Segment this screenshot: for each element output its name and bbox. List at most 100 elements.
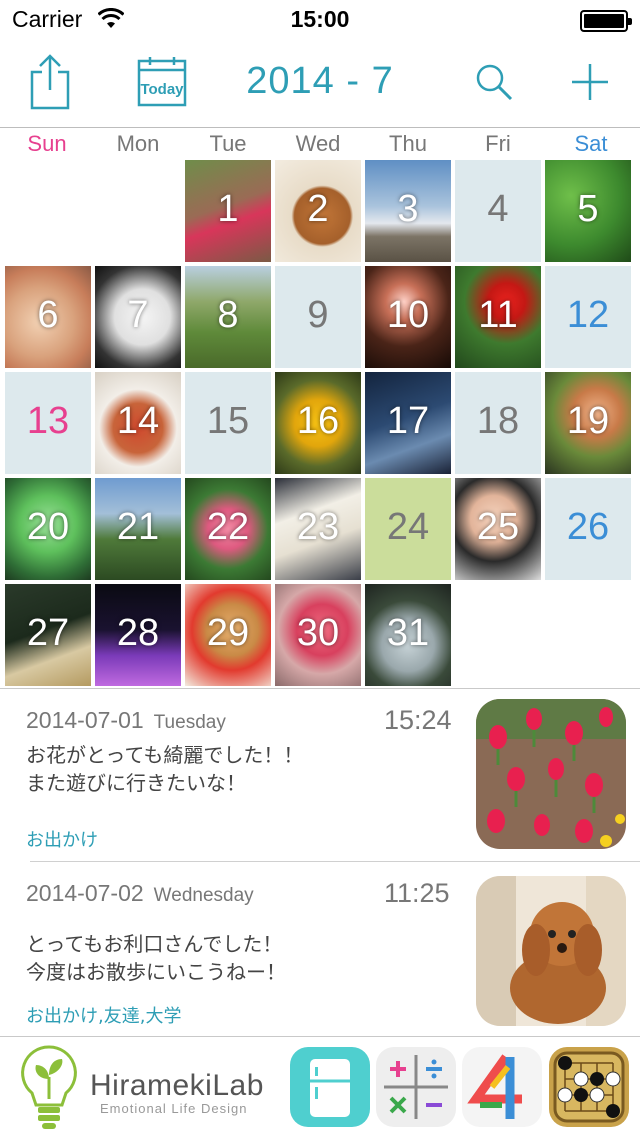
calendar-day-number: 8	[217, 294, 239, 336]
search-button[interactable]	[462, 50, 526, 114]
entry-text-line: お花がとっても綺麗でした！！	[26, 743, 304, 767]
calendar-day-29[interactable]: 29	[185, 584, 271, 686]
entry-tags[interactable]: お出かけ	[26, 826, 98, 852]
calendar-day-16[interactable]: 16	[275, 372, 361, 474]
calendar-day-17[interactable]: 17	[365, 372, 451, 474]
calendar-day-14[interactable]: 14	[95, 372, 181, 474]
fridge-app-icon[interactable]	[290, 1047, 370, 1127]
entry-tags[interactable]: お出かけ,友達,大学	[26, 1002, 181, 1028]
calendar-day-2[interactable]: 2	[275, 160, 361, 262]
calendar-day-8[interactable]: 8	[185, 266, 271, 368]
calendar-day-number: 6	[37, 294, 59, 336]
calendar-day-23[interactable]: 23	[275, 478, 361, 580]
calendar-day-number: 18	[476, 400, 520, 442]
battery-icon	[580, 10, 632, 32]
weekday-wed: Wed	[295, 131, 341, 156]
calendar-day-22[interactable]: 22	[185, 478, 271, 580]
calendar-today-icon: Today	[137, 57, 187, 107]
entry-date-value: 2014-07-02	[26, 880, 144, 906]
calendar-day-18[interactable]: 18	[455, 372, 541, 474]
status-time: 15:00	[290, 6, 350, 32]
calendar-day-number: 4	[487, 188, 509, 230]
weekday-mon: Mon	[116, 131, 160, 156]
today-button[interactable]: Today	[130, 50, 194, 114]
calendar-day-number: 12	[566, 294, 610, 336]
calendar-day-6[interactable]: 6	[5, 266, 91, 368]
four-app-icon[interactable]	[462, 1047, 542, 1127]
calendar-day-13[interactable]: 13	[5, 372, 91, 474]
add-button[interactable]	[558, 50, 622, 114]
calendar-day-number: 19	[566, 400, 610, 442]
weekday-sun: Sun	[27, 131, 67, 156]
calendar-day-4[interactable]: 4	[455, 160, 541, 262]
calendar-day-number: 17	[386, 400, 430, 442]
entry-text-line: とってもお利口さんでした！	[26, 932, 283, 956]
calendar-day-11[interactable]: 11	[455, 266, 541, 368]
entry-text: お花がとっても綺麗でした！！ また遊びに行きたいな！	[26, 741, 446, 797]
go-game-app-icon[interactable]	[549, 1047, 629, 1127]
status-bar: Carrier 15:00	[0, 0, 640, 40]
calendar-day-number: 23	[296, 506, 340, 548]
calendar-day-15[interactable]: 15	[185, 372, 271, 474]
entry-photo-poodle[interactable]	[476, 876, 626, 1026]
weekday-thu: Thu	[389, 131, 427, 156]
calendar-day-number: 15	[206, 400, 250, 442]
calendar-day-9[interactable]: 9	[275, 266, 361, 368]
calendar-day-number: 10	[386, 294, 430, 336]
entry-date: 2014-07-02 Wednesday	[26, 880, 254, 907]
month-title: 2014 - 7	[246, 60, 394, 102]
calendar-day-19[interactable]: 19	[545, 372, 631, 474]
calendar-day-31[interactable]: 31	[365, 584, 451, 686]
entry-weekday: Wednesday	[153, 885, 254, 906]
share-button[interactable]	[18, 50, 82, 114]
diary-entry[interactable]: 2014-07-02 Wednesday 11:25 とってもお利口さんでした！ …	[0, 862, 640, 1036]
entry-text: とってもお利口さんでした！ 今度はお散歩にいこうねー！	[26, 930, 446, 986]
calendar-day-number: 1	[217, 188, 239, 230]
entry-time: 15:24	[384, 705, 452, 735]
plus-icon	[572, 64, 608, 100]
calendar-day-25[interactable]: 25	[455, 478, 541, 580]
calendar-day-number: 25	[476, 506, 520, 548]
lightbulb-logo-icon[interactable]	[18, 1043, 80, 1133]
diary-entry[interactable]: 2014-07-01 Tuesday 15:24 お花がとっても綺麗でした！！ ま…	[0, 689, 640, 862]
entry-time: 11:25	[384, 878, 450, 908]
calendar-day-5[interactable]: 5	[545, 160, 631, 262]
calendar-day-number: 5	[577, 188, 599, 230]
entry-photo-tulips[interactable]	[476, 699, 626, 849]
calendar-day-24[interactable]: 24	[365, 478, 451, 580]
calendar-day-number: 28	[116, 612, 160, 654]
calendar-day-26[interactable]: 26	[545, 478, 631, 580]
calculator-app-icon[interactable]	[376, 1047, 456, 1127]
calendar-day-number: 3	[397, 188, 419, 230]
calendar-day-28[interactable]: 28	[95, 584, 181, 686]
entry-weekday: Tuesday	[153, 712, 226, 733]
entry-date: 2014-07-01 Tuesday	[26, 707, 226, 734]
calendar-day-12[interactable]: 12	[545, 266, 631, 368]
calendar-day-number: 9	[307, 294, 329, 336]
calendar-day-21[interactable]: 21	[95, 478, 181, 580]
calendar-day-27[interactable]: 27	[5, 584, 91, 686]
calendar-day-number: 27	[26, 612, 70, 654]
calendar-day-1[interactable]: 1	[185, 160, 271, 262]
nav-bar: Today 2014 - 7	[0, 40, 640, 128]
calendar-day-number: 29	[206, 612, 250, 654]
calendar-day-3[interactable]: 3	[365, 160, 451, 262]
calendar-day-30[interactable]: 30	[275, 584, 361, 686]
brand-tagline: Emotional Life Design	[100, 1101, 248, 1116]
share-icon	[30, 54, 70, 110]
calendar-day-number: 2	[307, 188, 329, 230]
weekday-sat: Sat	[574, 131, 608, 156]
calendar-day-number: 16	[296, 400, 340, 442]
weekday-header: Sun Mon Tue Wed Thu Fri Sat	[0, 129, 640, 159]
brand-name[interactable]: HiramekiLab	[90, 1069, 264, 1103]
entry-text-line: 今度はお散歩にいこうねー！	[26, 960, 286, 984]
today-label: Today	[140, 81, 184, 98]
calendar-day-7[interactable]: 7	[95, 266, 181, 368]
calendar-day-10[interactable]: 10	[365, 266, 451, 368]
weekday-fri: Fri	[485, 131, 511, 156]
calendar-day-number: 22	[206, 506, 250, 548]
calendar-day-20[interactable]: 20	[5, 478, 91, 580]
entry-text-line: また遊びに行きたいな！	[26, 771, 246, 795]
calendar-day-number: 14	[116, 400, 160, 442]
weekday-tue: Tue	[209, 131, 247, 156]
